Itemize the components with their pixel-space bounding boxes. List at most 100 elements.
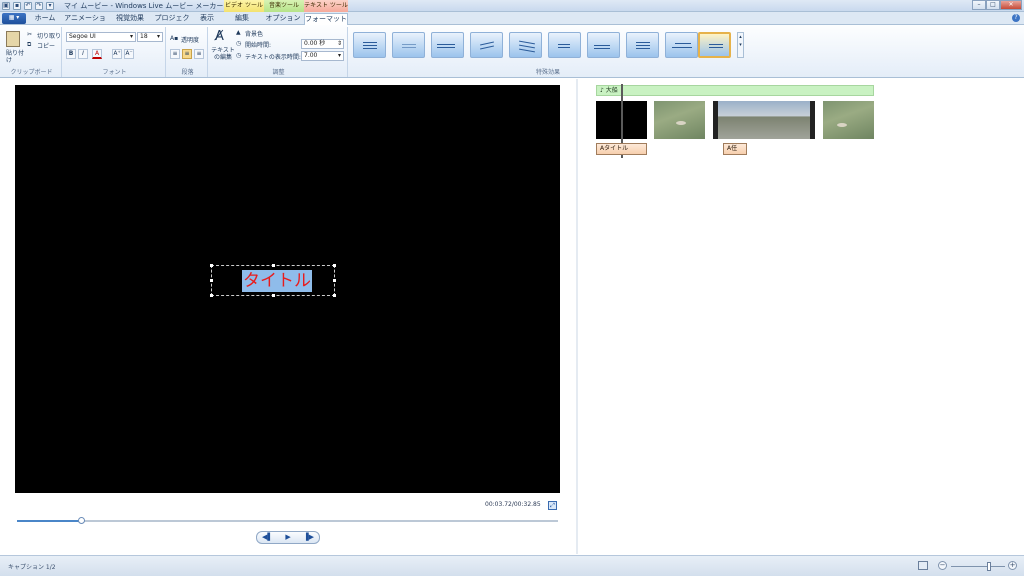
transparency-button[interactable]: 透明度: [181, 35, 199, 44]
tab-project[interactable]: プロジェクト: [152, 13, 192, 33]
maximize-button[interactable]: □: [986, 0, 1000, 10]
pane-divider[interactable]: [576, 79, 578, 554]
spinner-icon[interactable]: ⇕: [337, 40, 343, 48]
customize-qat-icon[interactable]: ▾: [46, 2, 54, 10]
redo-icon[interactable]: ↷: [35, 2, 43, 10]
effect-zoom[interactable]: [698, 32, 731, 58]
tab-view[interactable]: 表示: [194, 13, 220, 25]
edit-text-button[interactable]: テキストの編集: [211, 47, 235, 61]
undo-icon[interactable]: ↶: [24, 2, 32, 10]
paste-button[interactable]: 貼り付け: [6, 50, 24, 64]
duration-select[interactable]: 7.00 ▾: [301, 51, 344, 61]
align-left-button[interactable]: ≡: [170, 49, 180, 59]
font-color-button[interactable]: A: [92, 49, 102, 59]
paste-icon[interactable]: [6, 31, 20, 47]
resize-handle[interactable]: [333, 294, 336, 297]
tab-visual-effects[interactable]: 視覚効果: [110, 13, 150, 25]
align-right-button[interactable]: ≡: [194, 49, 204, 59]
file-menu-button[interactable]: ▦ ▾: [2, 13, 26, 24]
music-track[interactable]: ♪ 大船: [596, 85, 874, 96]
video-clip-thumbnail-selected[interactable]: [713, 101, 815, 139]
effect-fly-right[interactable]: [587, 32, 620, 58]
storyboard-view-icon[interactable]: [918, 561, 928, 570]
cut-button[interactable]: 切り取り: [37, 31, 61, 40]
effect-swing[interactable]: [470, 32, 503, 58]
effect-fly-in-left[interactable]: [431, 32, 464, 58]
resize-handle[interactable]: [333, 279, 336, 282]
tab-options[interactable]: オプション: [264, 13, 302, 25]
timecode: 00:03.72/00:32.85: [485, 501, 541, 508]
zoom-thumb[interactable]: [986, 562, 991, 571]
effect-sweep[interactable]: [509, 32, 542, 58]
close-button[interactable]: ✕: [1000, 0, 1022, 10]
caption-tag-title[interactable]: Aタイトル: [596, 143, 647, 155]
video-clip-thumbnail[interactable]: [654, 101, 705, 139]
cut-icon[interactable]: ✂: [27, 31, 32, 38]
group-label-paragraph: 段落: [181, 69, 194, 76]
align-center-button[interactable]: ≡: [182, 49, 192, 59]
resize-handle[interactable]: [272, 294, 275, 297]
status-bar: キャプション 1/2 − +: [0, 555, 1024, 576]
caption-tag-second[interactable]: A任: [723, 143, 747, 155]
transparency-icon: A▪: [170, 35, 179, 42]
seek-bar[interactable]: [17, 517, 558, 524]
zoom-out-button[interactable]: −: [938, 561, 947, 570]
start-time-value: 0.00 秒: [304, 40, 326, 47]
tab-edit[interactable]: 編集: [226, 13, 258, 25]
playback-controls: ◀▌ ▶ ▐▶: [256, 531, 320, 544]
effect-none[interactable]: [353, 32, 386, 58]
ribbon-tabs: ▦ ▾ ホーム アニメーション 視覚効果 プロジェクト 表示 編集 オプション …: [0, 12, 1024, 33]
quick-access-toolbar: ▣ ▪ ↶ ↷ ▾: [2, 1, 54, 11]
zoom-slider[interactable]: [951, 562, 1005, 571]
bg-color-button[interactable]: 背景色: [245, 29, 263, 38]
video-clip-thumbnail[interactable]: [823, 101, 874, 139]
effect-rise[interactable]: [626, 32, 659, 58]
fullscreen-icon[interactable]: ⤢: [548, 501, 557, 510]
tab-home[interactable]: ホーム: [30, 13, 60, 25]
minimize-button[interactable]: –: [972, 0, 986, 10]
effect-fade[interactable]: [392, 32, 425, 58]
zoom-in-button[interactable]: +: [1008, 561, 1017, 570]
window-controls: – □ ✕: [972, 0, 1022, 10]
tab-animation[interactable]: アニメーション: [62, 13, 108, 33]
shrink-font-button[interactable]: A⁻: [124, 49, 134, 59]
copy-button[interactable]: コピー: [37, 41, 55, 50]
resize-handle[interactable]: [210, 294, 213, 297]
video-preview[interactable]: タイトル: [15, 85, 560, 493]
font-size-select[interactable]: 18 ▾: [137, 32, 163, 42]
tab-format[interactable]: フォーマット: [304, 13, 348, 25]
resize-handle[interactable]: [333, 264, 336, 267]
app-icon[interactable]: ▣: [2, 2, 10, 10]
edit-text-icon[interactable]: A̸: [215, 29, 224, 44]
seek-progress: [17, 520, 81, 522]
grow-font-button[interactable]: A⁺: [112, 49, 122, 59]
next-frame-button[interactable]: ▐▶: [298, 532, 319, 543]
caption-text[interactable]: タイトル: [242, 270, 312, 292]
seek-thumb[interactable]: [77, 517, 85, 524]
bg-color-icon: ▲: [236, 29, 241, 36]
play-button[interactable]: ▶: [278, 532, 299, 543]
duration-label: テキストの表示時間:: [245, 54, 301, 61]
resize-handle[interactable]: [210, 264, 213, 267]
group-label-adjust: 調整: [272, 69, 285, 76]
font-family-select[interactable]: Segoe UI ▾: [66, 32, 136, 42]
start-time-label: 開始時間:: [245, 42, 272, 49]
effects-gallery-scroll[interactable]: ▴ ▾: [737, 32, 744, 58]
caption-selection-box[interactable]: タイトル: [210, 264, 336, 297]
start-time-input[interactable]: 0.00 秒 ⇕: [301, 39, 344, 49]
chevron-down-icon: ▾: [129, 33, 133, 40]
copy-icon[interactable]: ⧉: [27, 41, 31, 49]
context-video-tools: ビデオ ツール: [224, 0, 264, 12]
ribbon: 貼り付け ✂ 切り取り ⧉ コピー クリップボード Segoe UI ▾ 18 ▾ …: [0, 25, 1024, 78]
context-music-tools: 音楽ツール: [264, 0, 304, 12]
bold-button[interactable]: B: [66, 49, 76, 59]
clock-icon: ◷: [236, 52, 242, 59]
save-icon[interactable]: ▪: [13, 2, 21, 10]
resize-handle[interactable]: [210, 279, 213, 282]
effect-arc[interactable]: [665, 32, 698, 58]
effect-fly-out[interactable]: [548, 32, 581, 58]
resize-handle[interactable]: [272, 264, 275, 267]
previous-frame-button[interactable]: ◀▌: [257, 532, 278, 543]
help-icon[interactable]: ?: [1012, 14, 1020, 22]
italic-button[interactable]: I: [78, 49, 88, 59]
